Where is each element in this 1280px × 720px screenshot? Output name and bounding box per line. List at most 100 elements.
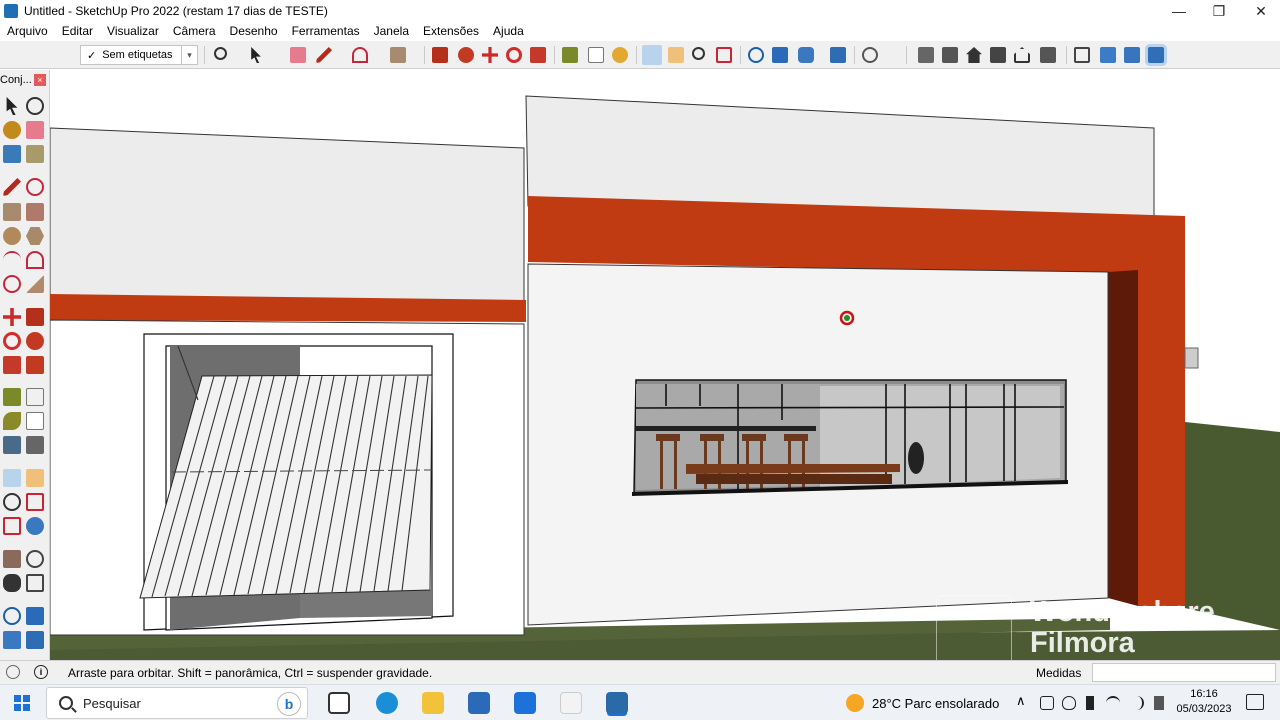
menu-janela[interactable]: Janela [367,24,416,38]
pan-icon[interactable] [26,469,44,487]
chevron-down-icon[interactable]: ▾ [181,46,197,64]
tag-select[interactable]: ✓ Sem etiquetas ▾ [80,45,198,65]
iso-view-icon[interactable] [918,47,934,63]
maximize-button[interactable]: ❐ [1200,0,1238,22]
wireframe-icon[interactable] [1124,47,1140,63]
xray-icon[interactable] [1100,47,1116,63]
pencil-icon[interactable] [316,47,332,63]
select-icon[interactable] [6,97,18,115]
position-camera-icon[interactable] [3,550,21,568]
paint-icon[interactable] [3,121,21,139]
info-icon[interactable]: i [34,665,48,679]
select-icon[interactable] [251,47,261,63]
geolocation-icon[interactable] [6,665,20,679]
follow-me-icon[interactable] [458,47,474,63]
look-around-icon[interactable] [26,550,44,568]
office-icon[interactable] [560,692,582,714]
tape-icon[interactable] [562,47,578,63]
push-pull-icon[interactable] [432,47,448,63]
profile-icon[interactable] [862,47,878,63]
front-view-icon[interactable] [966,47,982,63]
axes-icon[interactable] [3,436,21,454]
previous-view-icon[interactable] [26,517,44,535]
taskbar-search[interactable]: Pesquisar b [46,687,308,719]
language-icon[interactable] [1154,696,1164,710]
model-viewport[interactable]: Wondershare Filmora [0,70,1280,660]
wifi-icon[interactable] [1106,696,1120,710]
layers-icon[interactable] [3,631,21,649]
sandbox-icon[interactable] [830,47,846,63]
file-explorer-icon[interactable] [422,692,444,714]
move-icon[interactable] [482,47,498,63]
zoom-extents-icon[interactable] [3,517,21,535]
zoom-icon[interactable] [214,47,227,60]
offset-icon[interactable] [26,356,44,374]
scale-icon[interactable] [530,47,546,63]
two-point-arc-icon[interactable] [26,251,44,269]
menu-ajuda[interactable]: Ajuda [486,24,531,38]
menu-arquivo[interactable]: Arquivo [0,24,55,38]
orbit-icon[interactable] [3,469,21,487]
arc-icon[interactable] [3,251,21,269]
minimize-button[interactable]: — [1160,0,1198,22]
right-view-icon[interactable] [990,47,1006,63]
shaded-icon[interactable] [1148,47,1164,63]
walk-icon[interactable] [3,574,21,592]
extension-icon[interactable] [26,607,44,625]
orbit-icon[interactable] [642,45,662,65]
menu-desenho[interactable]: Desenho [223,24,285,38]
weather-widget[interactable]: 28°C Parc ensolarado [846,694,999,712]
component-icon[interactable] [3,145,21,163]
menu-extensoes[interactable]: Extensões [416,24,486,38]
3d-text-icon[interactable] [26,436,44,454]
zoom-extents-icon[interactable] [716,47,732,63]
task-view-icon[interactable] [328,692,350,714]
tray-caret[interactable]: ∧ [1016,693,1030,708]
pencil-icon[interactable] [3,178,21,196]
notification-icon[interactable] [1246,694,1264,710]
layers-icon[interactable] [798,47,814,63]
paint-icon[interactable] [612,47,628,63]
tape-icon[interactable] [3,388,21,406]
sandbox-icon[interactable] [26,631,44,649]
polygon-icon[interactable] [26,227,44,245]
rectangle-icon[interactable] [3,203,21,221]
follow-me-icon[interactable] [26,332,44,350]
warehouse-icon[interactable] [3,607,21,625]
eraser-icon[interactable] [290,47,306,63]
rotate-icon[interactable] [506,47,522,63]
top-view-icon[interactable] [942,47,958,63]
back-view-icon[interactable] [1014,47,1030,63]
tag-icon[interactable] [26,145,44,163]
section-icon[interactable] [1074,47,1090,63]
zoom-icon[interactable] [692,47,705,60]
menu-visualizar[interactable]: Visualizar [100,24,166,38]
camera-icon[interactable] [1040,696,1054,710]
sketchup-taskbar-icon[interactable] [606,692,628,714]
bing-icon[interactable]: b [277,692,301,716]
battery-icon[interactable] [1086,696,1094,710]
scale-icon[interactable] [3,356,21,374]
protractor-icon[interactable] [3,412,21,430]
rotate-icon[interactable] [3,332,21,350]
text-icon[interactable] [588,47,604,63]
zoom-icon[interactable] [3,493,21,511]
edge-icon[interactable] [376,692,398,714]
measurements-input[interactable] [1092,663,1276,682]
store-icon[interactable] [468,692,490,714]
pie-icon[interactable] [26,275,44,293]
pan-icon[interactable] [668,47,684,63]
dimension-icon[interactable] [26,388,44,406]
menu-editar[interactable]: Editar [55,24,100,38]
rectangle-icon[interactable] [390,47,406,63]
clock[interactable]: 16:16 05/03/2023 [1172,687,1236,717]
close-icon[interactable]: × [34,74,46,86]
zoom-window-icon[interactable] [26,493,44,511]
warehouse-icon[interactable] [748,47,764,63]
three-point-arc-icon[interactable] [3,275,21,293]
lasso-icon[interactable] [26,97,44,115]
extension-icon[interactable] [772,47,788,63]
rotated-rectangle-icon[interactable] [26,203,44,221]
windows-start-icon[interactable] [14,695,30,711]
volume-icon[interactable] [1130,696,1144,710]
